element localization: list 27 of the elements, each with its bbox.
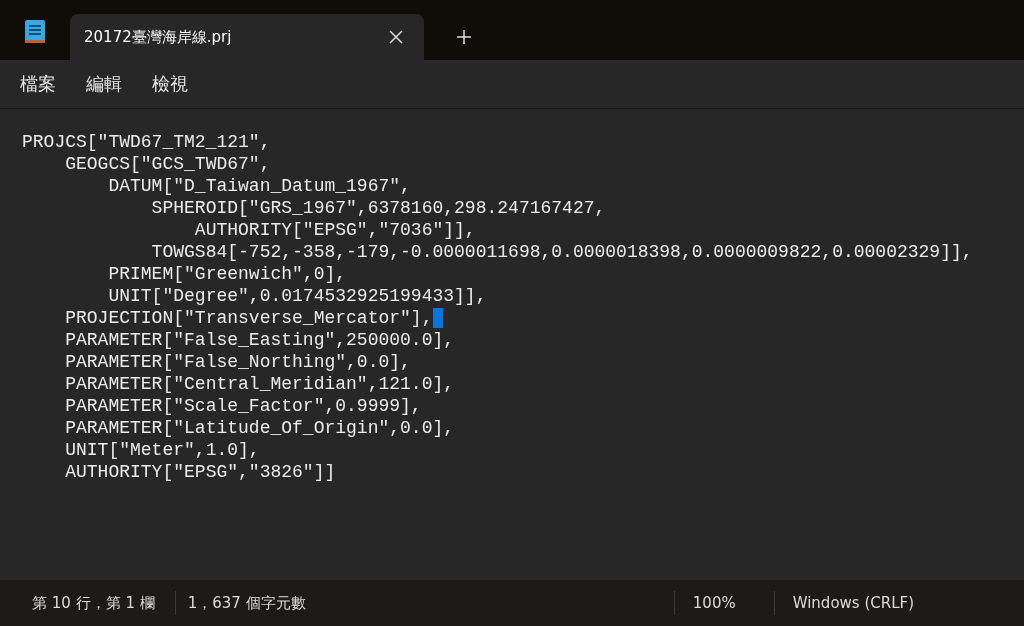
notepad-icon <box>24 18 46 44</box>
code-line: UNIT["Meter",1.0], <box>64 439 260 461</box>
character-count: 1，637 個字元數 <box>174 591 318 615</box>
tab[interactable]: 20172臺灣海岸線.prj <box>70 14 424 60</box>
code-line: AUTHORITY["EPSG","7036"]], <box>193 219 476 241</box>
line-ending[interactable]: Windows (CRLF) <box>773 591 1024 615</box>
menu-item[interactable]: 檔案 <box>12 66 64 102</box>
plus-icon <box>456 29 472 45</box>
menu-item[interactable]: 檢視 <box>144 66 196 102</box>
code-line: UNIT["Degree",0.0174532925199433]], <box>107 285 487 307</box>
code-line: PARAMETER["False_Easting",250000.0], <box>64 329 455 351</box>
menu-item[interactable]: 編輯 <box>78 66 130 102</box>
code-line: PROJECTION["Transverse_Mercator"], <box>64 307 433 329</box>
code-line: TOWGS84[-752,-358,-179,-0.0000011698,0.0000018398,0.0000009822,0.00002329]], <box>150 241 973 263</box>
code-line: AUTHORITY["EPSG","3826"]] <box>64 461 336 483</box>
code-line: PARAMETER["Latitude_Of_Origin",0.0], <box>64 417 455 439</box>
code-line: PARAMETER["Scale_Factor",0.9999], <box>64 395 422 417</box>
cursor-position: 第 10 行，第 1 欄 <box>31 593 156 614</box>
close-icon <box>389 30 403 44</box>
code-line: SPHEROID["GRS_1967",6378160,298.247167427, <box>150 197 606 219</box>
code-line: PRIMEM["Greenwich",0], <box>107 263 347 285</box>
code-line: PROJCS["TWD67_TM2_121", <box>22 131 271 153</box>
code-line: DATUM["D_Taiwan_Datum_1967", <box>107 175 411 197</box>
code-line: PARAMETER["False_Northing",0.0], <box>64 351 411 373</box>
zoom-level[interactable]: 100% <box>673 591 774 615</box>
code-line: PARAMETER["Central_Meridian",121.0], <box>64 373 455 395</box>
code-line: GEOGCS["GCS_TWD67", <box>64 153 271 175</box>
